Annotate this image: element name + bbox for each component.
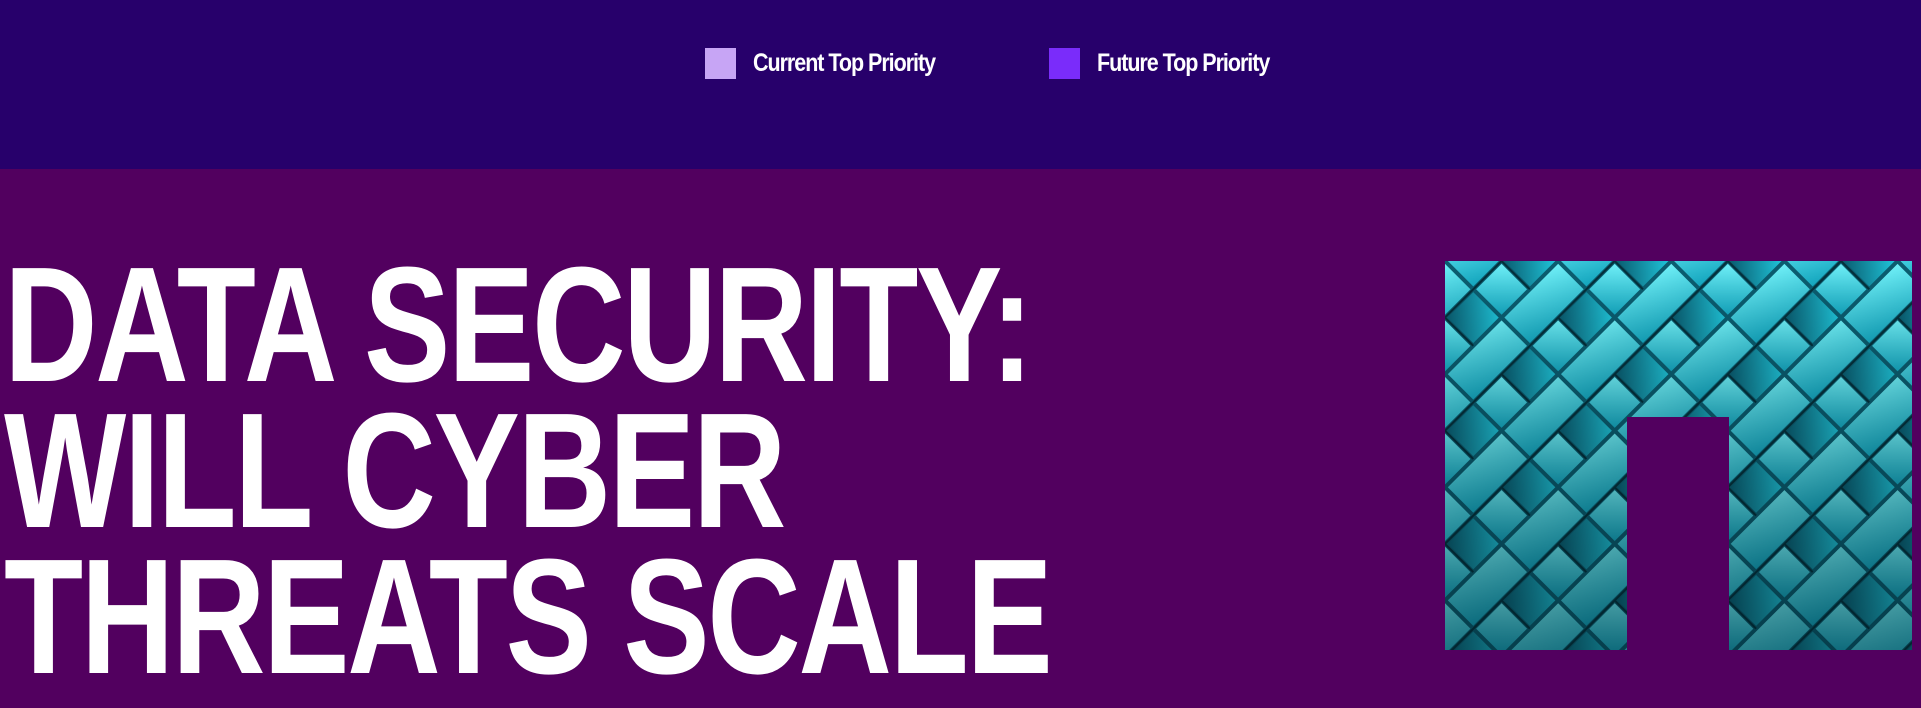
legend-label-current: Current Top Priority	[753, 48, 936, 77]
legend-item-future: Future Top Priority	[1048, 47, 1297, 79]
legend-swatch-future	[1048, 47, 1080, 79]
teal-tile-logo-icon	[1445, 261, 1912, 650]
legend-item-current: Current Top Priority	[705, 47, 965, 79]
legend-band: Current Top Priority Future Top Priority	[0, 0, 1921, 169]
title-line-3: THREATS SCALE	[4, 525, 1053, 708]
chart-legend: Current Top Priority Future Top Priority	[705, 47, 1297, 79]
title-line-2: WILL CYBER	[4, 379, 786, 562]
legend-label-future: Future Top Priority	[1096, 48, 1270, 77]
title-line-1: DATA SECURITY:	[4, 233, 1034, 416]
page-title: DATA SECURITY: WILL CYBER THREATS SCALE	[4, 233, 1053, 708]
legend-swatch-current	[705, 47, 736, 79]
hero-section: DATA SECURITY: WILL CYBER THREATS SCALE	[0, 169, 1921, 702]
